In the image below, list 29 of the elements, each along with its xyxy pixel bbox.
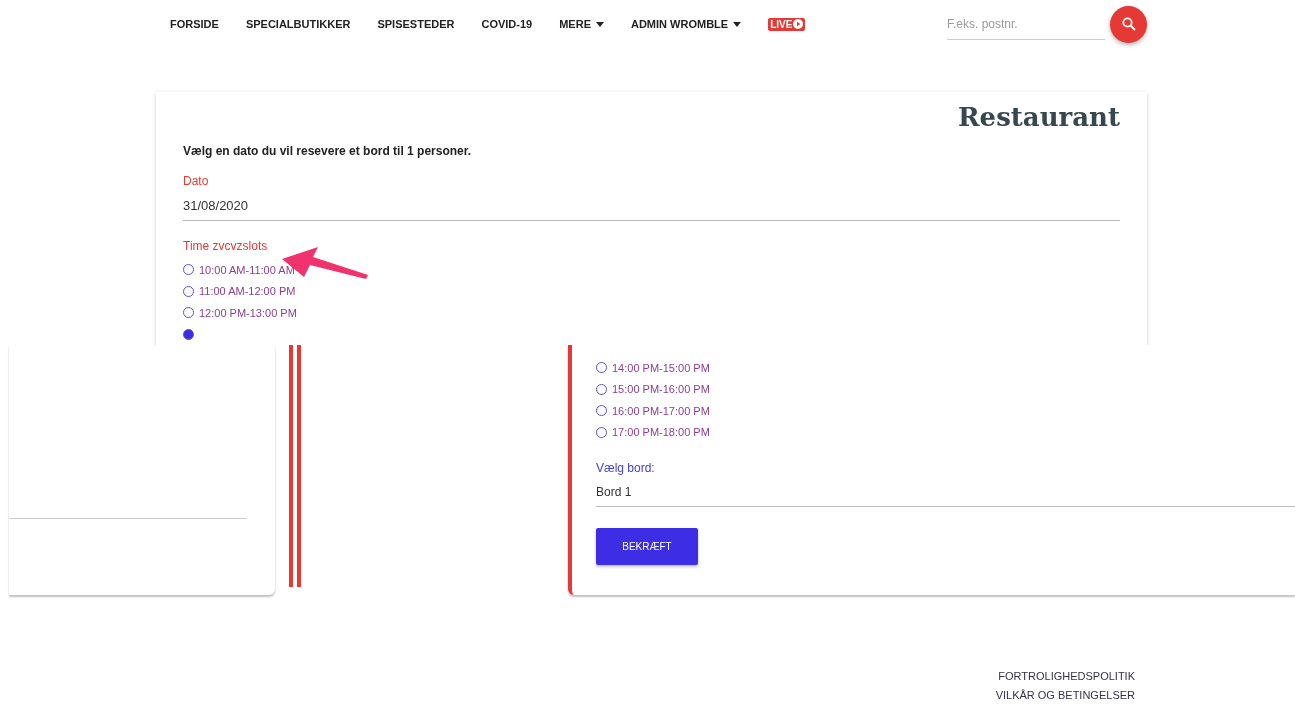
time-slot-label[interactable]: 15:00 PM-16:00 PM — [612, 383, 710, 396]
time-slot-label[interactable]: 17:00 PM-18:00 PM — [612, 426, 710, 439]
play-icon — [793, 19, 804, 29]
table-label: Vælg bord: — [596, 461, 656, 475]
nav-link[interactable]: FORSIDE — [170, 18, 219, 30]
radio-button[interactable] — [183, 328, 194, 340]
live-badge[interactable]: LIVE — [768, 17, 806, 31]
footer-link[interactable]: FORTROLIGHEDSPOLITIK — [998, 670, 1135, 682]
confirm-button[interactable]: BEKRÆFT — [596, 528, 698, 565]
time-slot-label[interactable]: 16:00 PM-17:00 PM — [612, 404, 710, 417]
time-slot-label[interactable]: 12:00 PM-13:00 PM — [199, 306, 297, 319]
caret-icon — [596, 21, 604, 27]
table-field[interactable]: Bord 1 — [596, 475, 1295, 507]
nav-link[interactable]: SPECIALBUTIKKER — [245, 18, 351, 30]
time-slots-label: Time zvcvzslots — [183, 239, 269, 253]
footer-link[interactable]: VILKÅR OG BETINGELSER — [995, 689, 1135, 701]
date-label: Dato — [183, 174, 210, 188]
search-icon — [1121, 17, 1136, 31]
nav-link[interactable]: SPISESTEDER — [377, 18, 455, 30]
search-button[interactable] — [1110, 5, 1147, 43]
nav-link[interactable]: MERE — [559, 18, 604, 30]
nav-link[interactable]: COVID-19 — [481, 18, 533, 30]
card-title: Restaurant — [957, 102, 1120, 132]
time-slot-label[interactable]: 14:00 PM-15:00 PM — [612, 361, 710, 374]
time-slot-label[interactable]: 11:00 AM-12:00 PM — [199, 285, 296, 298]
caret-icon — [733, 21, 742, 27]
nav-link[interactable]: ADMIN WROMBLE — [631, 18, 742, 30]
intro-text: Vælg en dato du vil resevere et bord til 1 personer. — [183, 144, 473, 158]
time-slot-label[interactable]: 10:00 AM-11:00 AM — [199, 263, 295, 276]
